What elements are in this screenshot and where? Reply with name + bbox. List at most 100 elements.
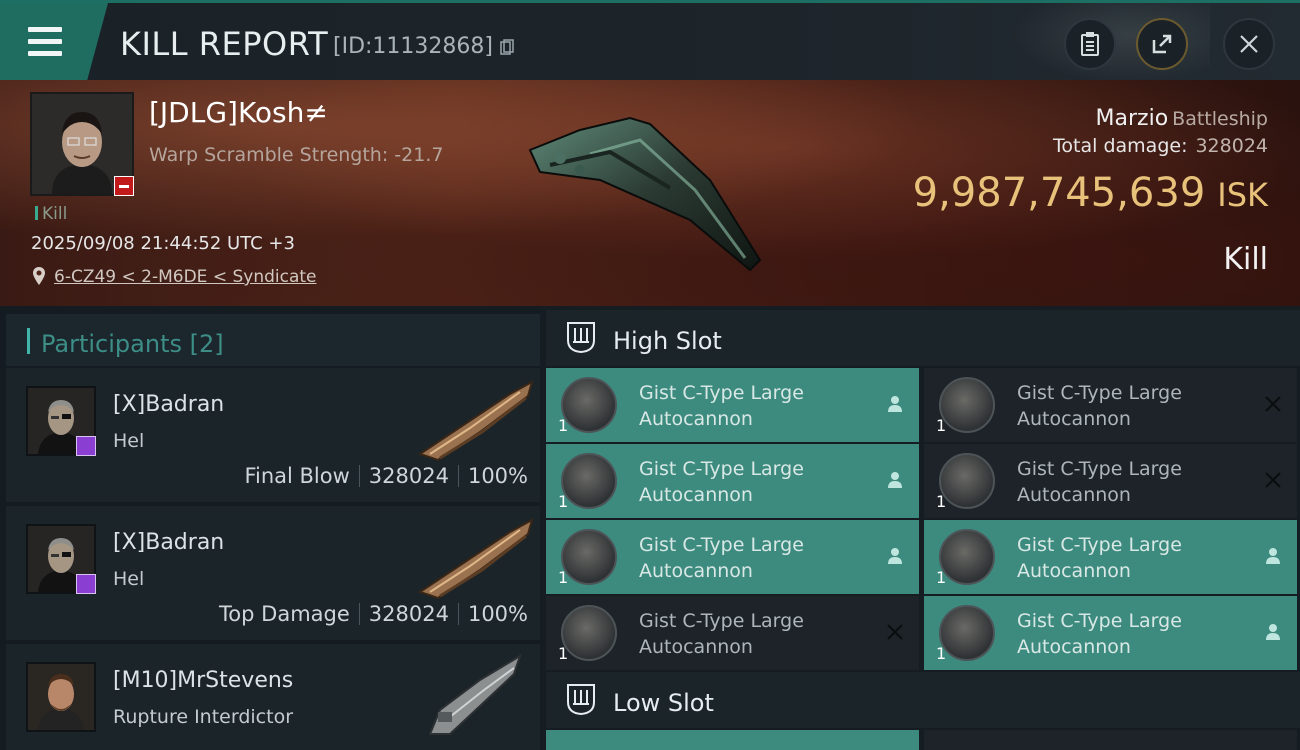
kill-tag: Kill — [35, 204, 67, 224]
module-quantity: 1 — [558, 416, 569, 435]
kill-datetime: 2025/09/08 21:44:52 UTC +3 — [31, 233, 295, 254]
participant-card[interactable]: [X]Badran Hel Top Damage 328024 100% — [6, 506, 540, 640]
module-slot[interactable]: 1 Gist C-Type Large Autocannon — [924, 368, 1297, 442]
module-quantity: 1 — [936, 492, 947, 511]
corp-badge-icon — [76, 436, 96, 456]
destroyed-x-icon — [1265, 396, 1281, 412]
share-button[interactable] — [1136, 18, 1188, 70]
copy-icon[interactable] — [500, 39, 514, 55]
participant-role: Final Blow — [244, 464, 350, 488]
autocannon-icon — [939, 605, 995, 661]
module-name: Gist C-Type Large Autocannon — [1017, 534, 1182, 582]
corp-badge-icon — [76, 574, 96, 594]
victim-ship-name[interactable]: Marzio — [1096, 106, 1169, 131]
participant-ship: Hel — [113, 430, 145, 452]
module-slot[interactable] — [546, 730, 919, 750]
participant-ship-image — [417, 517, 534, 600]
destroyed-x-icon — [1265, 472, 1281, 488]
module-slot[interactable]: 1 Gist C-Type Large Autocannon — [546, 368, 919, 442]
total-damage-value: 328024 — [1195, 135, 1268, 157]
module-name: Gist C-Type Large Autocannon — [1017, 458, 1182, 506]
close-icon — [1240, 35, 1258, 53]
participants-header[interactable]: Participants [2] — [6, 314, 540, 366]
participants-title: Participants [2] — [41, 330, 224, 358]
victim-ship-image — [528, 116, 762, 272]
warp-scramble-strength: Warp Scramble Strength: -21.7 — [149, 144, 444, 166]
participant-ship: Rupture Interdictor — [113, 706, 293, 728]
participant-percent: 100% — [467, 464, 528, 488]
fitted-person-icon — [888, 472, 902, 488]
module-slot[interactable]: 1 Gist C-Type Large Autocannon — [924, 444, 1297, 518]
autocannon-icon — [939, 377, 995, 433]
module-quantity: 1 — [936, 568, 947, 587]
module-slot[interactable]: 1 Gist C-Type Large Autocannon — [546, 444, 919, 518]
location-link[interactable]: 6-CZ49 < 2-M6DE < Syndicate — [54, 267, 317, 287]
isk-unit: ISK — [1217, 176, 1268, 214]
autocannon-icon — [561, 453, 617, 509]
high-slot-header: High Slot — [546, 310, 1300, 366]
module-name: Gist C-Type Large Autocannon — [639, 610, 804, 658]
module-name: Gist C-Type Large Autocannon — [639, 458, 804, 506]
isk-value: 9,987,745,639 ISK — [913, 170, 1268, 216]
report-id: [ID:11132868] — [333, 34, 493, 59]
high-slot-title: High Slot — [613, 327, 722, 355]
top-bar: KILL REPORT [ID:11132868] — [0, 0, 1300, 83]
module-quantity: 1 — [558, 644, 569, 663]
fitted-person-icon — [1266, 624, 1280, 640]
participant-role: Top Damage — [219, 602, 350, 626]
autocannon-icon — [939, 453, 995, 509]
participant-name[interactable]: [M10]MrStevens — [113, 668, 293, 693]
fitting-panel: High Slot 1 Gist C-Type Large Autocannon… — [540, 306, 1300, 750]
ship-info: Marzio Battleship Total damage: 328024 — [1053, 106, 1268, 157]
participant-ship-image — [428, 653, 522, 735]
module-slot[interactable]: 1 Gist C-Type Large Autocannon — [546, 596, 919, 670]
module-slot[interactable]: 1 Gist C-Type Large Autocannon — [546, 520, 919, 594]
menu-icon — [28, 27, 62, 32]
module-name: Gist C-Type Large Autocannon — [1017, 382, 1182, 430]
participant-name[interactable]: [X]Badran — [113, 530, 224, 555]
participants-panel: Participants [2] [X]Badran Hel Final Blo… — [0, 306, 540, 750]
isk-amount: 9,987,745,639 — [912, 170, 1206, 216]
module-slot[interactable]: 1 Gist C-Type Large Autocannon — [924, 596, 1297, 670]
module-name: Gist C-Type Large Autocannon — [1017, 610, 1182, 658]
fitted-person-icon — [888, 396, 902, 412]
location-pin-icon — [33, 267, 45, 285]
module-quantity: 1 — [936, 416, 947, 435]
participant-stats: Final Blow 328024 100% — [244, 464, 528, 488]
participant-damage: 328024 — [368, 602, 449, 626]
participant-card[interactable]: [M10]MrStevens Rupture Interdictor — [6, 644, 540, 750]
low-slot-icon — [567, 684, 595, 716]
victim-name[interactable]: [JDLG]Kosh≠ — [149, 96, 328, 129]
close-button[interactable] — [1223, 18, 1275, 70]
menu-button[interactable] — [0, 3, 108, 83]
module-name: Gist C-Type Large Autocannon — [639, 534, 804, 582]
participant-ship-image — [417, 379, 534, 462]
clipboard-icon — [1081, 32, 1099, 56]
page-title: KILL REPORT — [120, 25, 329, 63]
low-slot-title: Low Slot — [613, 689, 714, 717]
participant-ship: Hel — [113, 568, 145, 590]
clipboard-button[interactable] — [1064, 18, 1116, 70]
victim-ship-class: Battleship — [1172, 108, 1268, 130]
participant-name[interactable]: [X]Badran — [113, 392, 224, 417]
fitted-person-icon — [888, 548, 902, 564]
module-slot[interactable] — [924, 730, 1297, 750]
hostile-status-icon — [114, 176, 134, 196]
autocannon-icon — [561, 529, 617, 585]
participant-stats: Top Damage 328024 100% — [219, 602, 528, 626]
share-icon — [1152, 34, 1172, 54]
low-slot-header: Low Slot — [546, 672, 1300, 728]
module-slot[interactable]: 1 Gist C-Type Large Autocannon — [924, 520, 1297, 594]
participant-card[interactable]: [X]Badran Hel Final Blow 328024 100% — [6, 368, 540, 502]
total-damage-label: Total damage: — [1053, 135, 1188, 157]
module-quantity: 1 — [558, 492, 569, 511]
high-slot-icon — [567, 322, 595, 354]
fitted-person-icon — [1266, 548, 1280, 564]
participant-avatar[interactable] — [26, 662, 96, 732]
module-name: Gist C-Type Large Autocannon — [639, 382, 804, 430]
victim-summary: [JDLG]Kosh≠ Warp Scramble Strength: -21.… — [0, 80, 1300, 306]
autocannon-icon — [939, 529, 995, 585]
autocannon-icon — [561, 605, 617, 661]
participant-percent: 100% — [467, 602, 528, 626]
participant-damage: 328024 — [368, 464, 449, 488]
